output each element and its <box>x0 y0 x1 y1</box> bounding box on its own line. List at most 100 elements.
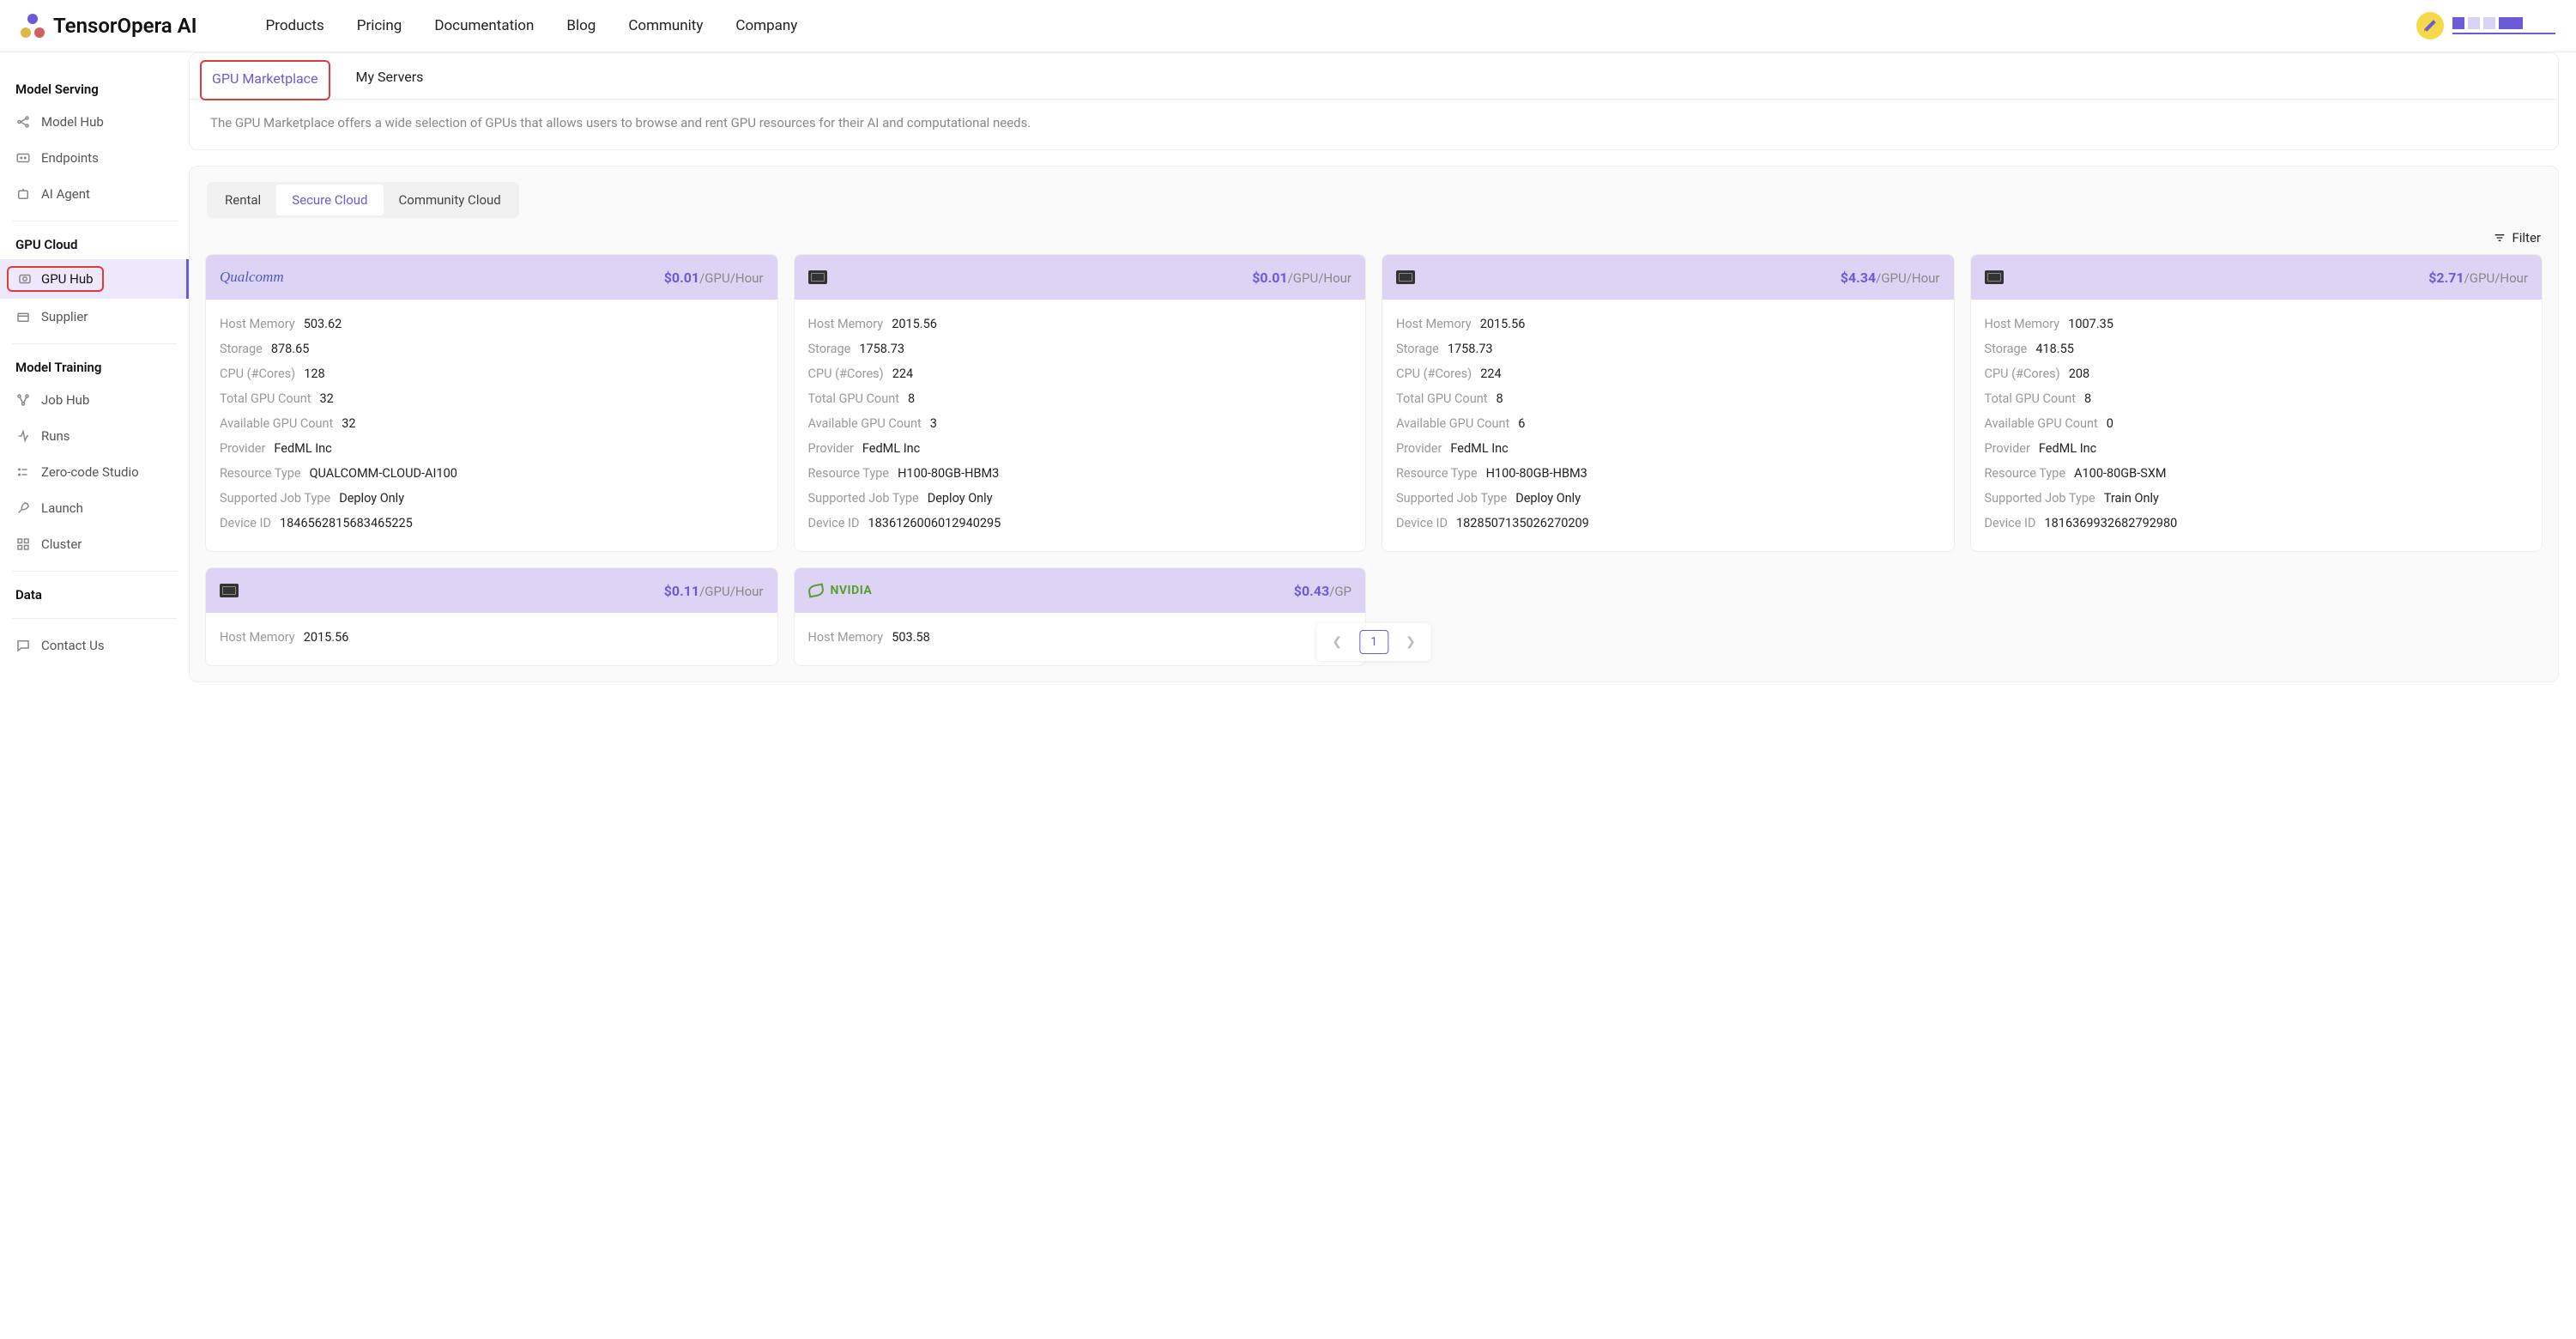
spec-label: Device ID <box>220 516 271 530</box>
spec-value: 1828507135026270209 <box>1456 516 1589 530</box>
spec-value: 2015.56 <box>1480 317 1526 331</box>
sidebar-item-launch[interactable]: Launch <box>0 490 189 526</box>
card-price: $0.01/GPU/Hour <box>664 270 764 286</box>
spec-value: 503.62 <box>304 317 342 331</box>
filter-label: Filter <box>2512 230 2541 245</box>
spec-label: Total GPU Count <box>220 391 311 406</box>
gpu-card[interactable]: $2.71/GPU/Hour Host Memory1007.35Storage… <box>1970 254 2543 552</box>
spec-label: Supported Job Type <box>1396 491 1507 506</box>
spec-label: Resource Type <box>1985 466 2066 481</box>
nav-company[interactable]: Company <box>735 17 797 34</box>
avatar[interactable] <box>2416 12 2444 39</box>
nav-documentation[interactable]: Documentation <box>434 17 534 34</box>
spec-row: CPU (#Cores)208 <box>1985 361 2529 386</box>
spec-row: Device ID1816369932682792980 <box>1985 511 2529 536</box>
spec-row: Total GPU Count8 <box>1985 386 2529 411</box>
runs-icon <box>15 428 31 444</box>
subtab-community-cloud[interactable]: Community Cloud <box>384 185 517 215</box>
spec-value: H100-80GB-HBM3 <box>898 466 999 481</box>
spec-label: Device ID <box>1985 516 2036 530</box>
gpu-card[interactable]: NVIDIA $0.43/GP Host Memory503.58 <box>794 567 1367 666</box>
spec-value: 418.55 <box>2035 342 2074 356</box>
nav-blog[interactable]: Blog <box>566 17 596 34</box>
gpu-icon <box>17 271 33 287</box>
chip-icon <box>220 584 239 597</box>
spec-row: CPU (#Cores)224 <box>1396 361 1940 386</box>
spec-value: 3 <box>930 416 937 431</box>
sidebar-item-label: GPU Hub <box>41 271 94 287</box>
filter-button[interactable]: Filter <box>2493 230 2541 245</box>
card-body: Host Memory2015.56 <box>206 613 777 665</box>
spec-label: Supported Job Type <box>220 491 330 506</box>
sidebar-item-gpu-hub[interactable]: GPU Hub <box>0 259 189 299</box>
spec-label: Resource Type <box>220 466 301 481</box>
spec-row: Total GPU Count32 <box>220 386 764 411</box>
subtab-secure-cloud[interactable]: Secure Cloud <box>276 185 383 215</box>
spec-label: Provider <box>808 441 854 456</box>
sidebar-item-supplier[interactable]: Supplier <box>0 299 189 335</box>
spec-row: Device ID1846562815683465225 <box>220 511 764 536</box>
spec-row: Resource TypeQUALCOMM-CLOUD-AI100 <box>220 461 764 486</box>
card-header: $4.34/GPU/Hour <box>1382 255 1954 300</box>
page-number[interactable]: 1 <box>1359 630 1388 654</box>
sidebar-item-contact-us[interactable]: Contact Us <box>0 627 189 663</box>
nav-community[interactable]: Community <box>628 17 703 34</box>
spec-row: CPU (#Cores)224 <box>808 361 1352 386</box>
spec-label: Available GPU Count <box>1396 416 1509 431</box>
chip-logo <box>808 270 827 284</box>
sidebar-item-label: Supplier <box>41 309 88 324</box>
spec-value: Deploy Only <box>339 491 404 506</box>
card-price: $2.71/GPU/Hour <box>2428 270 2528 286</box>
jobhub-icon <box>15 392 31 408</box>
sidebar-item-ai-agent[interactable]: AI Agent <box>0 176 189 212</box>
tab-my-servers[interactable]: My Servers <box>356 69 424 99</box>
chip-logo <box>1396 270 1415 284</box>
spec-row: ProviderFedML Inc <box>1985 436 2529 461</box>
spec-value: 8 <box>1496 391 1503 406</box>
brand-name: TensorOpera AI <box>53 14 197 38</box>
spec-row: Host Memory503.62 <box>220 312 764 336</box>
spec-value: Deploy Only <box>928 491 993 506</box>
brand[interactable]: TensorOpera AI <box>21 14 197 38</box>
spec-label: Total GPU Count <box>1396 391 1487 406</box>
main-content: GPU Marketplace My Servers The GPU Marke… <box>189 52 2576 717</box>
spec-row: Host Memory2015.56 <box>1396 312 1940 336</box>
gpu-card[interactable]: $0.11/GPU/Hour Host Memory2015.56 <box>205 567 778 666</box>
sidebar-item-endpoints[interactable]: Endpoints <box>0 140 189 176</box>
gpu-card[interactable]: $0.01/GPU/Hour Host Memory2015.56Storage… <box>794 254 1367 552</box>
gpu-card[interactable]: $4.34/GPU/Hour Host Memory2015.56Storage… <box>1382 254 1955 552</box>
spec-row: Device ID1828507135026270209 <box>1396 511 1940 536</box>
sidebar: Model Serving Model Hub Endpoints AI Age… <box>0 52 189 717</box>
page-prev[interactable]: ❮ <box>1328 632 1345 652</box>
endpoints-icon <box>15 150 31 166</box>
spec-label: Provider <box>1396 441 1442 456</box>
sidebar-item-model-hub[interactable]: Model Hub <box>0 104 189 140</box>
sidebar-item-runs[interactable]: Runs <box>0 418 189 454</box>
page-next[interactable]: ❯ <box>1402 632 1419 652</box>
spec-value: 6 <box>1518 416 1525 431</box>
chip-logo <box>220 584 239 597</box>
nav-pricing[interactable]: Pricing <box>357 17 402 34</box>
subtab-rental[interactable]: Rental <box>209 185 276 215</box>
spec-row: Resource TypeH100-80GB-HBM3 <box>808 461 1352 486</box>
tab-gpu-marketplace[interactable]: GPU Marketplace <box>200 60 330 100</box>
cloud-type-tabs: Rental Secure Cloud Community Cloud <box>207 182 519 218</box>
sidebar-item-job-hub[interactable]: Job Hub <box>0 382 189 418</box>
spec-value: H100-80GB-HBM3 <box>1486 466 1587 481</box>
spec-row: Host Memory503.58 <box>808 625 1352 650</box>
gpu-card[interactable]: Qualcomm $0.01/GPU/Hour Host Memory503.6… <box>205 254 778 552</box>
card-header: $0.01/GPU/Hour <box>795 255 1366 300</box>
spec-label: Provider <box>220 441 265 456</box>
spec-row: ProviderFedML Inc <box>220 436 764 461</box>
spec-label: Total GPU Count <box>808 391 899 406</box>
spec-row: Storage1758.73 <box>808 336 1352 361</box>
card-price: $0.01/GPU/Hour <box>1252 270 1351 286</box>
nav-products[interactable]: Products <box>266 17 324 34</box>
qualcomm-logo: Qualcomm <box>220 269 284 286</box>
spec-label: Host Memory <box>220 630 295 645</box>
sidebar-item-cluster[interactable]: Cluster <box>0 526 189 562</box>
sidebar-item-zero-code-studio[interactable]: Zero-code Studio <box>0 454 189 490</box>
spec-value: 1836126006012940295 <box>868 516 1001 530</box>
chip-icon <box>1396 270 1415 284</box>
pagination: ❮ 1 ❯ <box>1316 623 1430 661</box>
